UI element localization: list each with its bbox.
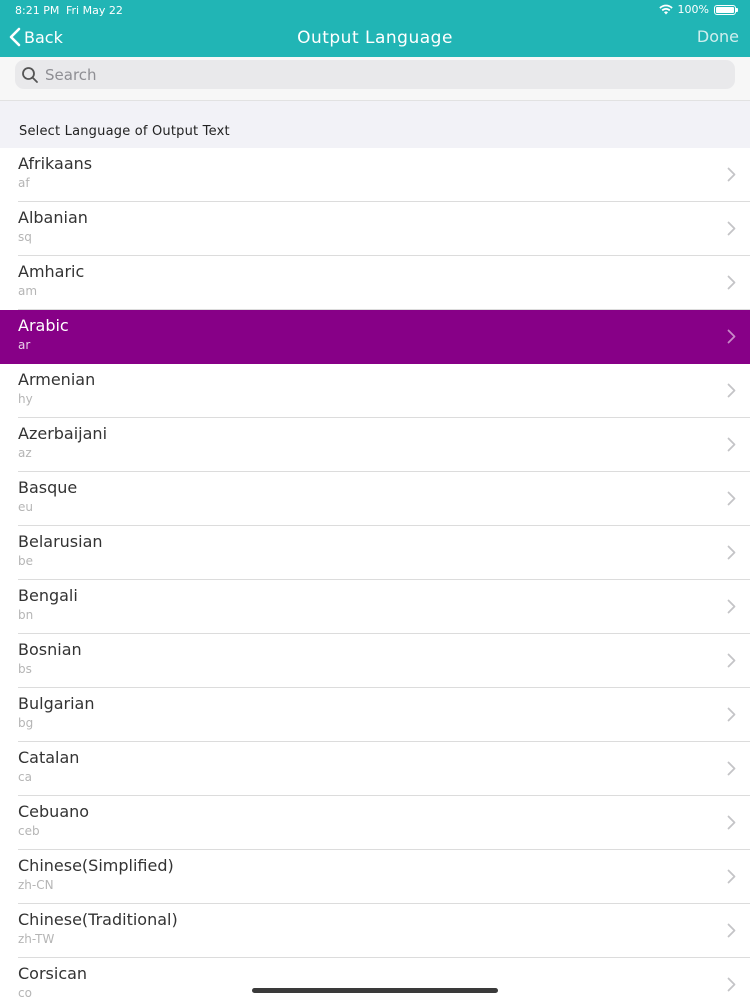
chevron-right-icon [727, 383, 736, 398]
chevron-right-icon [727, 437, 736, 452]
app-screen: 8:21 PM Fri May 22 100% Back Output Lang… [0, 0, 750, 1000]
language-name: Belarusian [18, 532, 103, 551]
language-code: ar [18, 338, 31, 352]
chevron-right-icon [727, 545, 736, 560]
language-row-am[interactable]: Amharic am [0, 256, 750, 310]
language-code: ca [18, 770, 32, 784]
nav-bar: Back Output Language Done [0, 20, 750, 57]
search-box[interactable] [15, 60, 735, 89]
language-row-ceb[interactable]: Cebuano ceb [0, 796, 750, 850]
battery-icon [714, 4, 738, 15]
battery-percent: 100% [677, 3, 709, 16]
chevron-right-icon [727, 599, 736, 614]
status-bar: 8:21 PM Fri May 22 100% [0, 0, 750, 20]
chevron-right-icon [727, 329, 736, 344]
done-button[interactable]: Done [697, 27, 739, 46]
status-right: 100% [658, 3, 738, 16]
language-code: hy [18, 392, 33, 406]
page-title: Output Language [297, 28, 453, 48]
language-name: Afrikaans [18, 154, 93, 173]
language-code: af [18, 176, 30, 190]
language-code: ceb [18, 824, 40, 838]
language-name: Basque [18, 478, 78, 497]
chevron-right-icon [727, 491, 736, 506]
language-name: Corsican [18, 964, 88, 983]
language-row-hy[interactable]: Armenian hy [0, 364, 750, 418]
language-code: eu [18, 500, 33, 514]
language-name: Azerbaijani [18, 424, 108, 443]
search-input[interactable] [43, 64, 707, 85]
language-name: Albanian [18, 208, 88, 227]
language-code: zh-CN [18, 878, 54, 892]
chevron-right-icon [727, 221, 736, 236]
chevron-right-icon [727, 167, 736, 182]
language-row-ar[interactable]: Arabic ar [0, 310, 750, 364]
home-indicator [252, 988, 498, 993]
language-name: Amharic [18, 262, 85, 281]
language-row-ca[interactable]: Catalan ca [0, 742, 750, 796]
language-code: bs [18, 662, 32, 676]
language-row-co[interactable]: Corsican co [0, 958, 750, 1000]
language-name: Bengali [18, 586, 78, 605]
language-row-zh-CN[interactable]: Chinese(Simplified) zh-CN [0, 850, 750, 904]
chevron-right-icon [727, 923, 736, 938]
chevron-right-icon [727, 707, 736, 722]
language-name: Cebuano [18, 802, 90, 821]
language-name: Bulgarian [18, 694, 95, 713]
language-row-az[interactable]: Azerbaijani az [0, 418, 750, 472]
language-row-be[interactable]: Belarusian be [0, 526, 750, 580]
language-row-bn[interactable]: Bengali bn [0, 580, 750, 634]
search-bar [0, 57, 750, 101]
language-code: bn [18, 608, 34, 622]
language-code: bg [18, 716, 34, 730]
language-name: Armenian [18, 370, 96, 389]
chevron-right-icon [727, 815, 736, 830]
section-header-label: Select Language of Output Text [19, 124, 230, 139]
language-name: Chinese(Traditional) [18, 910, 178, 929]
language-row-zh-TW[interactable]: Chinese(Traditional) zh-TW [0, 904, 750, 958]
language-row-bs[interactable]: Bosnian bs [0, 634, 750, 688]
language-name: Bosnian [18, 640, 82, 659]
wifi-icon [658, 4, 673, 15]
language-name: Catalan [18, 748, 80, 767]
language-name: Arabic [18, 316, 69, 335]
language-row-bg[interactable]: Bulgarian bg [0, 688, 750, 742]
language-code: co [18, 986, 32, 1000]
language-name: Chinese(Simplified) [18, 856, 174, 875]
language-code: az [18, 446, 32, 460]
language-code: be [18, 554, 33, 568]
language-row-eu[interactable]: Basque eu [0, 472, 750, 526]
search-icon [22, 66, 38, 83]
status-time: 8:21 PM [15, 4, 60, 17]
chevron-right-icon [727, 977, 736, 992]
chevron-right-icon [727, 761, 736, 776]
language-row-af[interactable]: Afrikaans af [0, 148, 750, 202]
language-row-sq[interactable]: Albanian sq [0, 202, 750, 256]
section-header: Select Language of Output Text [0, 101, 750, 148]
chevron-right-icon [727, 653, 736, 668]
chevron-right-icon [727, 275, 736, 290]
chevron-right-icon [727, 869, 736, 884]
language-code: zh-TW [18, 932, 55, 946]
language-code: sq [18, 230, 32, 244]
language-code: am [18, 284, 38, 298]
status-date: Fri May 22 [66, 4, 123, 17]
language-list: Afrikaans af Albanian sq Amharic am Arabic ar Ar… [0, 148, 750, 1000]
